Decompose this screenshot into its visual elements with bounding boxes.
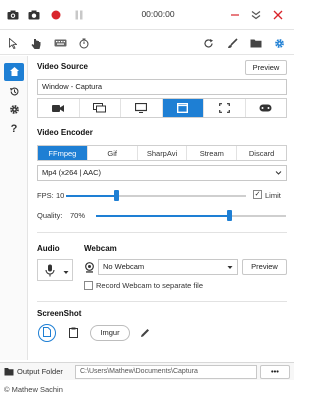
history-icon	[9, 86, 20, 99]
timer-icon[interactable]	[78, 36, 90, 50]
main-panel: Video Source Preview Window - Captura Vi…	[32, 56, 290, 360]
camera-icon[interactable]	[6, 8, 20, 22]
sidebar-history-button[interactable]	[4, 83, 24, 101]
tab-ffmpeg[interactable]: FFmpeg	[38, 146, 88, 160]
chevron-down-icon	[63, 268, 69, 277]
sidebar: ?	[0, 56, 28, 360]
microphone-button[interactable]	[37, 259, 73, 281]
sidebar-help-button[interactable]: ?	[4, 120, 24, 138]
webcam-select[interactable]: No Webcam	[98, 259, 238, 275]
codec-select[interactable]: Mp4 (x264 | AAC)	[37, 165, 287, 181]
pause-icon[interactable]	[72, 8, 86, 22]
settings-icon[interactable]	[273, 36, 285, 50]
video-source-mode-selector	[37, 98, 287, 118]
title-bar: 00:00:00	[0, 0, 294, 30]
video-encoder-title: Video Encoder	[37, 128, 93, 137]
close-icon[interactable]	[271, 8, 285, 22]
limit-checkbox[interactable]: ✓	[253, 190, 262, 199]
click-icon[interactable]	[30, 36, 42, 50]
webcam-select-value: No Webcam	[103, 262, 145, 271]
pencil-icon[interactable]	[140, 328, 150, 340]
clipboard-icon	[68, 327, 78, 340]
screenshot-icon[interactable]	[27, 8, 41, 22]
record-icon[interactable]	[49, 8, 63, 22]
browse-folder-button[interactable]: •••	[260, 365, 290, 379]
camera-mode-icon[interactable]	[38, 99, 80, 117]
imgur-button[interactable]: Imgur	[90, 325, 130, 341]
monitor-mode-icon[interactable]	[121, 99, 163, 117]
refresh-icon[interactable]	[202, 36, 214, 50]
check-mark: ✓	[254, 191, 261, 198]
folder-icon	[4, 367, 14, 378]
tab-stream[interactable]: Stream	[187, 146, 238, 160]
section-divider	[37, 301, 287, 302]
microphone-icon	[45, 264, 55, 279]
webcam-preview-button[interactable]: Preview	[242, 259, 287, 275]
brush-icon[interactable]	[226, 36, 238, 50]
collapse-icon[interactable]	[249, 8, 263, 22]
video-source-field[interactable]: Window - Captura	[37, 79, 287, 95]
output-folder-label: Output Folder	[17, 367, 63, 376]
separate-file-checkbox[interactable]	[84, 281, 93, 290]
webcam-title: Webcam	[84, 244, 117, 253]
quality-slider-thumb[interactable]	[227, 210, 232, 221]
region-mode-icon[interactable]	[204, 99, 246, 117]
options-toolbar	[0, 31, 294, 55]
screen-mode-icon[interactable]	[80, 99, 121, 117]
sidebar-home-button[interactable]	[4, 63, 24, 81]
home-icon	[9, 66, 20, 79]
keyboard-icon[interactable]	[53, 36, 67, 50]
quality-label: Quality:	[37, 211, 63, 220]
help-icon: ?	[10, 123, 18, 135]
chevron-down-icon	[227, 260, 233, 279]
clipboard-button[interactable]	[64, 324, 82, 342]
minimize-icon[interactable]	[228, 8, 242, 22]
output-folder-bar: Output Folder C:\Users\Mathew\Documents\…	[0, 362, 294, 380]
fps-label: FPS:	[37, 191, 54, 200]
folder-icon[interactable]	[250, 36, 262, 50]
gamepad-mode-icon[interactable]	[246, 99, 287, 117]
video-source-title: Video Source	[37, 62, 88, 71]
separate-file-label: Record Webcam to separate file	[96, 281, 203, 290]
save-to-disk-button[interactable]	[38, 324, 56, 342]
settings-icon	[9, 104, 20, 117]
tab-discard[interactable]: Discard	[237, 146, 286, 160]
recording-timer: 00:00:00	[141, 9, 175, 19]
output-folder-field[interactable]: C:\Users\Mathew\Documents\Captura	[75, 365, 257, 379]
fps-value: 10	[56, 191, 65, 200]
codec-select-value: Mp4 (x264 | AAC)	[42, 168, 102, 177]
webcam-icon	[84, 262, 95, 275]
chevron-down-icon	[275, 166, 282, 185]
video-source-preview-button[interactable]: Preview	[245, 60, 287, 75]
limit-label: Limit	[265, 191, 281, 200]
section-divider	[37, 232, 287, 233]
copyright-text: © Mathew Sachin	[0, 381, 294, 399]
sidebar-settings-button[interactable]	[4, 101, 24, 119]
tab-sharpavi[interactable]: SharpAvi	[138, 146, 188, 160]
file-icon	[43, 327, 51, 339]
window-mode-icon[interactable]	[162, 99, 204, 117]
cursor-icon[interactable]	[7, 36, 19, 50]
screenshot-title: ScreenShot	[37, 309, 82, 318]
quality-value: 70%	[70, 211, 86, 220]
tab-gif[interactable]: Gif	[88, 146, 138, 160]
fps-slider-thumb[interactable]	[114, 190, 119, 201]
encoder-tabs: FFmpeg Gif SharpAvi Stream Discard	[37, 145, 287, 161]
audio-title: Audio	[37, 244, 60, 253]
